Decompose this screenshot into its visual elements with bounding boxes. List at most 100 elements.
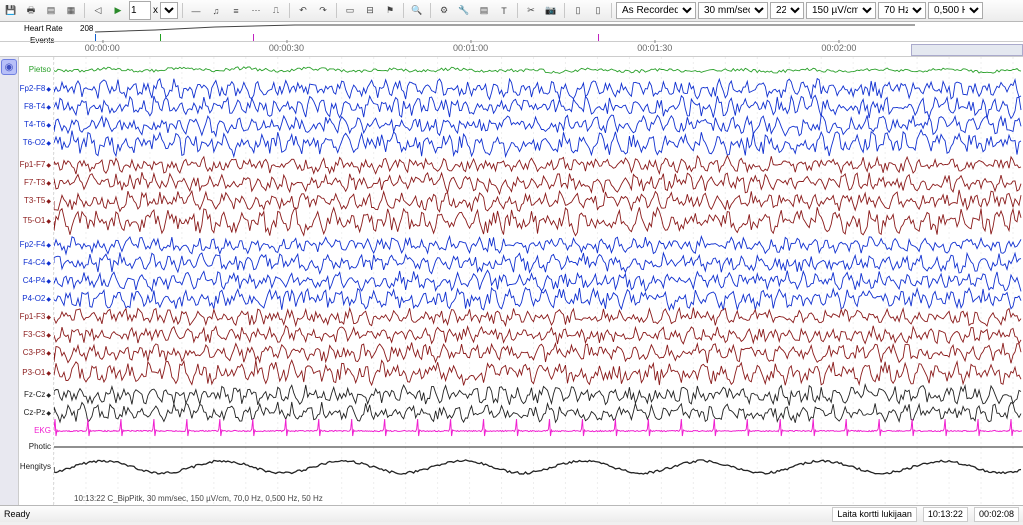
- line-icon[interactable]: —: [187, 2, 205, 20]
- time-ruler[interactable]: 00:00:00 00:00:30 00:01:00 00:01:30 00:0…: [0, 41, 1023, 56]
- channel-labels: Pietso Fp2-F8 F8-T4 T4-T6 T6-O2 Fp1-F7 F7-T3 T3…: [19, 57, 54, 505]
- status-clock: 10:13:22: [923, 507, 968, 522]
- channel-trace: [54, 402, 1021, 423]
- channel-trace: [54, 385, 1021, 406]
- measure-icon[interactable]: ≡: [227, 2, 245, 20]
- channel-trace: [54, 67, 1021, 74]
- time-tick: 00:00:00: [85, 43, 120, 53]
- channel-label[interactable]: T6-O2: [23, 138, 51, 147]
- sweep-select[interactable]: 30 mm/sec: [698, 2, 768, 19]
- channel-trace: [54, 207, 1021, 236]
- status-elapsed: 00:02:08: [974, 507, 1019, 522]
- separator-icon: [564, 3, 565, 18]
- pulse-icon[interactable]: ⎍: [267, 2, 285, 20]
- redo-icon[interactable]: ↷: [314, 2, 332, 20]
- channel-trace: [54, 360, 1021, 385]
- channel-label[interactable]: F7-T3: [24, 178, 51, 187]
- channel-trace: [54, 156, 1021, 174]
- channel-trace: [54, 237, 1021, 254]
- separator-icon: [517, 3, 518, 18]
- lowfilter-select[interactable]: 0,500 Hz: [928, 2, 983, 19]
- channel-trace: [54, 253, 1021, 274]
- channel-trace: [54, 419, 1022, 436]
- channel-trace: [54, 172, 1021, 194]
- channel-label[interactable]: F4-C4: [23, 258, 51, 267]
- channel-label[interactable]: C4-P4: [23, 276, 51, 285]
- channel-label[interactable]: Cz-Pz: [24, 408, 51, 417]
- channel-label[interactable]: P4-O2: [22, 294, 51, 303]
- displaymode-select[interactable]: As Recorded: [616, 2, 696, 19]
- status-message: Laita kortti lukijaan: [832, 507, 917, 522]
- channel-trace: [54, 115, 1021, 136]
- heartrate-trace: [95, 22, 915, 34]
- x-label: x: [153, 5, 158, 16]
- separator-icon: [182, 3, 183, 18]
- highfilter-select[interactable]: 70 Hz: [878, 2, 926, 19]
- note-icon[interactable]: ♫: [207, 2, 225, 20]
- zoom-icon[interactable]: 🔍: [408, 2, 426, 20]
- separator-icon: [336, 3, 337, 18]
- eeg-chart[interactable]: 10:13:22 C_BipPitk, 30 mm/sec, 150 µV/cm…: [54, 57, 1023, 505]
- doc2-icon[interactable]: ▯: [589, 2, 607, 20]
- channel-label[interactable]: Photic: [29, 442, 51, 451]
- time-tick: 00:01:00: [453, 43, 488, 53]
- play-icon[interactable]: ▶: [109, 2, 127, 20]
- ruler-icon[interactable]: ⊟: [361, 2, 379, 20]
- separator-icon: [611, 3, 612, 18]
- channel-label[interactable]: T3-T5: [24, 196, 51, 205]
- eye-icon[interactable]: ◉: [1, 59, 17, 75]
- sensitivity-select[interactable]: 150 µV/cm: [806, 2, 876, 19]
- save-icon[interactable]: 💾: [2, 2, 20, 20]
- channel-label[interactable]: Fp2-F8: [20, 84, 51, 93]
- timeline[interactable]: Heart Rate 208 Events 00:00:00 00:00:30 …: [0, 22, 1023, 57]
- rect-icon[interactable]: ▭: [341, 2, 359, 20]
- toolbar-main: 💾 🖶 ▤ ▦ ◁ ▶ x — ♫ ≡ ⋯ ⎍ ↶ ↷ ▭ ⊟ ⚑ 🔍 ⚙ 🔧 …: [0, 0, 1023, 22]
- channel-label[interactable]: C3-P3: [23, 348, 51, 357]
- channel-label[interactable]: Hengitys: [20, 462, 51, 471]
- left-sidebar: ◉: [0, 57, 19, 505]
- channel-label[interactable]: Fp1-F3: [20, 312, 51, 321]
- channel-trace: [54, 79, 1021, 100]
- x-select[interactable]: [160, 2, 178, 19]
- channel-trace: [54, 343, 1021, 364]
- channel-label[interactable]: P3-O1: [22, 368, 51, 377]
- eeg-main: ◉ Pietso Fp2-F8 F8-T4 T4-T6 T6-O2 Fp1-F7 F7-T3…: [0, 57, 1023, 505]
- channel-label[interactable]: Fp2-F4: [20, 240, 51, 249]
- channel-label[interactable]: T4-T6: [24, 120, 51, 129]
- channel-trace: [54, 308, 1021, 326]
- channel-trace: [54, 270, 1021, 291]
- chart-icon[interactable]: ▤: [475, 2, 493, 20]
- doc1-icon[interactable]: ▯: [569, 2, 587, 20]
- channel-label[interactable]: Fp1-F7: [20, 160, 51, 169]
- status-bar: Ready Laita kortti lukijaan 10:13:22 00:…: [0, 505, 1023, 522]
- channel-trace: [54, 460, 1021, 474]
- camera-icon[interactable]: 📷: [542, 2, 560, 20]
- time-tick: 00:00:30: [269, 43, 304, 53]
- channel-trace: [54, 190, 1021, 212]
- settings-icon[interactable]: ⚙: [435, 2, 453, 20]
- undo-icon[interactable]: ↶: [294, 2, 312, 20]
- prev-icon[interactable]: ◁: [89, 2, 107, 20]
- print-icon[interactable]: 🖶: [22, 2, 40, 20]
- channel-label[interactable]: F8-T4: [24, 102, 51, 111]
- time-tick: 00:01:30: [637, 43, 672, 53]
- flag-icon[interactable]: ⚑: [381, 2, 399, 20]
- separator-icon: [289, 3, 290, 18]
- new-icon[interactable]: ▤: [42, 2, 60, 20]
- text-icon[interactable]: T: [495, 2, 513, 20]
- cut-icon[interactable]: ✂: [522, 2, 540, 20]
- status-ready: Ready: [4, 509, 30, 519]
- page-input[interactable]: [129, 1, 151, 20]
- font-select[interactable]: 22: [770, 2, 804, 19]
- wrench-icon[interactable]: 🔧: [455, 2, 473, 20]
- comment-icon[interactable]: ⋯: [247, 2, 265, 20]
- channel-trace: [54, 288, 1021, 311]
- heartrate-value: 208: [80, 24, 93, 33]
- channel-label[interactable]: T5-O1: [23, 216, 51, 225]
- channel-trace: [54, 130, 1021, 157]
- channel-label[interactable]: F3-C3: [23, 330, 51, 339]
- grid-icon[interactable]: ▦: [62, 2, 80, 20]
- channel-label[interactable]: Fz-Cz: [24, 390, 51, 399]
- channel-label[interactable]: EKG: [34, 426, 51, 435]
- channel-label[interactable]: Pietso: [29, 65, 51, 74]
